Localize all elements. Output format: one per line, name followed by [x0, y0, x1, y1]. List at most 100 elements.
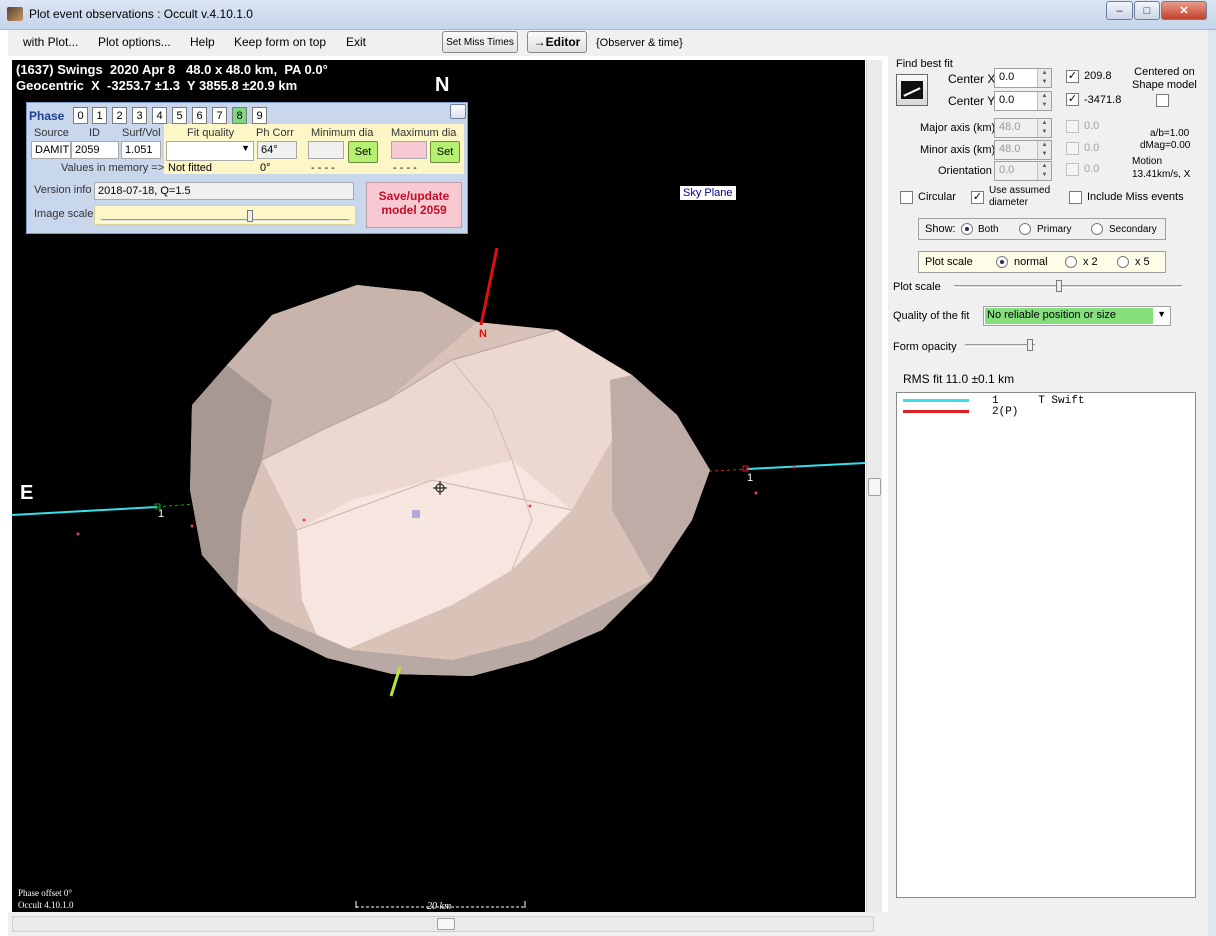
- phase-offset-label: Phase offset 0°: [18, 888, 72, 898]
- show-primary-label: Primary: [1037, 224, 1072, 235]
- phase-button-7[interactable]: 7: [212, 107, 227, 124]
- phase-button-6[interactable]: 6: [192, 107, 207, 124]
- max-dia-field[interactable]: [391, 141, 427, 159]
- major-axis-input[interactable]: 48.0 ▲ ▼: [994, 118, 1052, 138]
- menu-help[interactable]: Help: [190, 35, 215, 49]
- min-dia-set-button[interactable]: Set: [348, 141, 378, 163]
- asteroid-body: [190, 285, 710, 676]
- max-dia-set-button[interactable]: Set: [430, 141, 460, 163]
- scale-x5-label: x 5: [1135, 256, 1150, 268]
- plot-header-line1: (1637) Swings 2020 Apr 8 48.0 x 48.0 km,…: [16, 62, 328, 77]
- menu-exit[interactable]: Exit: [346, 35, 366, 49]
- status-bar: [8, 912, 1208, 936]
- minor-axis-input[interactable]: 48.0 ▲ ▼: [994, 140, 1052, 160]
- orientation-checkbox[interactable]: [1066, 163, 1079, 176]
- show-secondary-label: Secondary: [1109, 224, 1157, 235]
- mem-max-dia: - - - -: [393, 162, 417, 174]
- center-y-checkbox[interactable]: ✓: [1066, 93, 1079, 106]
- menu-plot-options[interactable]: Plot options...: [98, 35, 171, 49]
- quality-of-fit-select[interactable]: No reliable position or size ▼: [983, 306, 1171, 326]
- center-y-input[interactable]: 0.0 ▲ ▼: [994, 91, 1052, 111]
- dropdown-arrow-icon: ▼: [1157, 309, 1166, 319]
- show-primary-radio[interactable]: [1019, 223, 1031, 235]
- ph-corr-header: Ph Corr: [256, 127, 294, 139]
- maximize-button[interactable]: □: [1134, 1, 1160, 20]
- shape-model-panel: Phase 0 1 2 3 4 5 6 7 8 9 Source ID Surf…: [26, 102, 468, 234]
- plot-vertical-scrollbar[interactable]: [866, 60, 882, 912]
- show-both-radio[interactable]: [961, 223, 973, 235]
- menu-with-plot[interactable]: with Plot...: [23, 35, 78, 49]
- editor-button[interactable]: →Editor: [527, 31, 587, 53]
- mem-ph-corr: 0°: [260, 162, 271, 174]
- image-scale-slider[interactable]: [94, 205, 356, 225]
- use-assumed-checkbox[interactable]: ✓: [971, 191, 984, 204]
- form-opacity-slider[interactable]: [965, 337, 1035, 353]
- scale-x5-radio[interactable]: [1117, 256, 1129, 268]
- legend-line-1: [903, 399, 969, 402]
- scale-normal-radio[interactable]: [996, 256, 1008, 268]
- dmag-label: dMag=0.00: [1140, 140, 1191, 151]
- center-x-input[interactable]: 0.0 ▲ ▼: [994, 68, 1052, 88]
- x-value-label: 209.8: [1084, 70, 1112, 82]
- source-field: DAMIT: [31, 141, 71, 159]
- pole-label: N: [479, 328, 487, 340]
- phase-button-3[interactable]: 3: [132, 107, 147, 124]
- major-axis-fit: 0.0: [1084, 120, 1100, 132]
- phase-button-5[interactable]: 5: [172, 107, 187, 124]
- minor-axis-value: 48.0: [999, 143, 1021, 155]
- phase-button-1[interactable]: 1: [92, 107, 107, 124]
- orientation-label: Orientation: [938, 165, 992, 177]
- plot-scale-slider[interactable]: [954, 278, 1182, 294]
- menu-keep-on-top[interactable]: Keep form on top: [234, 35, 326, 49]
- phase-button-9[interactable]: 9: [252, 107, 267, 124]
- observer-legend: 1 T Swift 2(P): [896, 392, 1196, 898]
- north-pole-marker: [479, 247, 499, 326]
- scale-x2-radio[interactable]: [1065, 256, 1077, 268]
- form-opacity-label: Form opacity: [893, 341, 957, 353]
- legend-label-2: 2(P): [992, 406, 1019, 418]
- close-button[interactable]: ✕: [1161, 1, 1207, 20]
- version-info-label: Version info: [34, 184, 92, 196]
- plot-scale-group-label: Plot scale: [925, 256, 973, 268]
- major-axis-checkbox[interactable]: [1066, 120, 1079, 133]
- mem-min-dia: - - - -: [311, 162, 335, 174]
- show-label: Show:: [925, 223, 956, 235]
- orientation-input[interactable]: 0.0 ▲ ▼: [994, 161, 1052, 181]
- orientation-fit: 0.0: [1084, 163, 1100, 175]
- find-best-fit-button[interactable]: [896, 74, 928, 106]
- plot-horizontal-scrollbar[interactable]: [12, 916, 874, 932]
- centered-on-label: Centered on Shape model: [1132, 66, 1197, 91]
- phase-button-4[interactable]: 4: [152, 107, 167, 124]
- minimize-button[interactable]: –: [1106, 1, 1133, 20]
- ab-ratio-label: a/b=1.00: [1150, 128, 1190, 139]
- chord-1-left: [12, 506, 158, 516]
- phase-button-2[interactable]: 2: [112, 107, 127, 124]
- save-update-model-button[interactable]: Save/update model 2059: [366, 182, 462, 228]
- include-miss-checkbox[interactable]: [1069, 191, 1082, 204]
- scale-x2-label: x 2: [1083, 256, 1098, 268]
- minor-axis-checkbox[interactable]: [1066, 142, 1079, 155]
- ph-corr-field[interactable]: 64°: [257, 141, 297, 159]
- id-header: ID: [89, 127, 100, 139]
- show-group: Show: Both Primary Secondary: [918, 218, 1166, 240]
- centered-on-model-checkbox[interactable]: [1156, 94, 1169, 107]
- rms-fit-label: RMS fit 11.0 ±0.1 km: [903, 372, 1015, 386]
- set-miss-times-button[interactable]: Set Miss Times: [442, 31, 518, 53]
- min-dia-field[interactable]: [308, 141, 344, 159]
- phase-button-8[interactable]: 8: [232, 107, 247, 124]
- panel-minimize-button[interactable]: [450, 104, 466, 119]
- title-bar: Plot event observations : Occult v.4.10.…: [0, 0, 1216, 30]
- show-secondary-radio[interactable]: [1091, 223, 1103, 235]
- id-field: 2059: [71, 141, 119, 159]
- circular-checkbox[interactable]: [900, 191, 913, 204]
- center-x-checkbox[interactable]: ✓: [1066, 70, 1079, 83]
- phase-button-0[interactable]: 0: [73, 107, 88, 124]
- minor-axis-label: Minor axis (km): [920, 144, 996, 156]
- fit-quality-select[interactable]: ▼: [166, 141, 254, 161]
- observer-time-label: {Observer & time}: [596, 37, 683, 49]
- menu-bar: with Plot... Plot options... Help Keep f…: [8, 30, 1208, 56]
- plot-canvas[interactable]: (1637) Swings 2020 Apr 8 48.0 x 48.0 km,…: [12, 60, 865, 912]
- not-fitted-label: Not fitted: [168, 162, 213, 174]
- major-axis-label: Major axis (km): [920, 122, 996, 134]
- chord-1-label-right: 1: [747, 472, 754, 484]
